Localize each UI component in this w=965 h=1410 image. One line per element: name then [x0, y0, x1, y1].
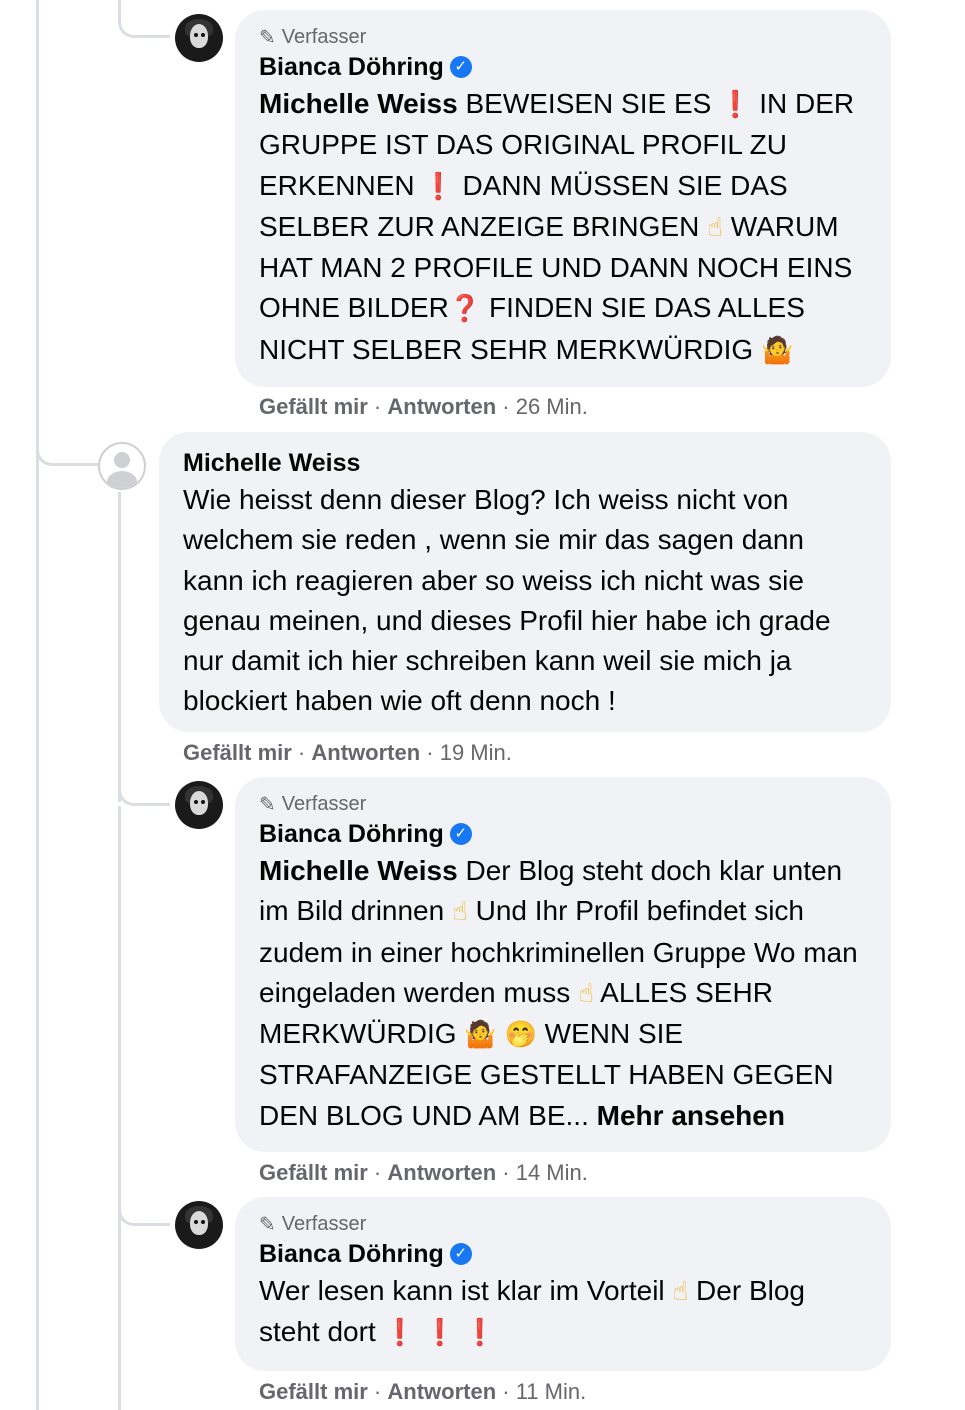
comment-bubble: ✎ Verfasser Bianca Döhring ✓ Michelle We… — [235, 777, 891, 1152]
reply-button[interactable]: Antworten — [311, 740, 420, 765]
verified-badge-icon: ✓ — [449, 823, 472, 845]
shrug-icon: 🤷 — [464, 1020, 497, 1051]
avatar[interactable] — [175, 1201, 223, 1249]
exclamation-icon: ❗ — [422, 171, 455, 202]
comment-author[interactable]: Michelle Weiss — [183, 446, 360, 480]
pointing-up-icon: ☝ — [707, 212, 723, 243]
like-button[interactable]: Gefällt mir — [259, 394, 368, 419]
pointing-up-icon: ☝ — [578, 978, 594, 1009]
hand-over-mouth-icon: 🤭 — [504, 1020, 537, 1051]
mention-link[interactable]: Michelle Weiss — [259, 88, 458, 119]
pencil-icon: ✎ — [259, 25, 276, 49]
author-badge: ✎ Verfasser — [259, 1212, 367, 1236]
reply-button[interactable]: Antworten — [387, 394, 496, 419]
pointing-up-icon: ☝ — [672, 1277, 689, 1307]
exclamation-icon: ❗ — [383, 1318, 416, 1349]
like-button[interactable]: Gefällt mir — [183, 740, 292, 765]
avatar[interactable] — [175, 14, 223, 62]
timestamp[interactable]: 14 Min. — [516, 1160, 588, 1185]
question-icon: ❓ — [448, 294, 482, 325]
exclamation-icon: ❗ — [719, 90, 752, 120]
comment-author[interactable]: Bianca Döhring — [259, 1237, 444, 1271]
timestamp[interactable]: 19 Min. — [440, 740, 512, 765]
timestamp[interactable]: 26 Min. — [516, 394, 588, 419]
exclamation-icon: ❗ — [463, 1318, 497, 1349]
like-button[interactable]: Gefällt mir — [259, 1160, 368, 1185]
exclamation-icon: ❗ — [423, 1318, 457, 1349]
comment-author[interactable]: Bianca Döhring — [259, 817, 444, 851]
comment-actions: Gefällt mir · Antworten · 11 Min. — [259, 1379, 587, 1404]
thread-connector — [118, 760, 170, 806]
comment-bubble: Michelle Weiss Wie heisst denn dieser Bl… — [159, 432, 891, 732]
comment-author[interactable]: Bianca Döhring — [259, 50, 444, 84]
avatar[interactable] — [98, 442, 146, 490]
verified-badge-icon: ✓ — [449, 1243, 472, 1265]
timestamp[interactable]: 11 Min. — [516, 1379, 587, 1404]
thread-connector — [36, 420, 98, 466]
avatar[interactable] — [175, 781, 223, 829]
comment-text: Michelle Weiss BEWEISEN SIE ES ❗ IN DER … — [259, 88, 855, 366]
pencil-icon: ✎ — [259, 1212, 276, 1236]
reply-button[interactable]: Antworten — [387, 1379, 496, 1404]
verified-badge-icon: ✓ — [449, 56, 472, 78]
comment-text: Wie heisst denn dieser Blog? Ich weiss n… — [183, 484, 831, 717]
comment-bubble: ✎ Verfasser Bianca Döhring ✓ Michelle We… — [235, 10, 891, 387]
comment-actions: Gefällt mir · Antworten · 14 Min. — [259, 1160, 588, 1185]
shrug-icon: 🤷 — [761, 335, 794, 366]
like-button[interactable]: Gefällt mir — [259, 1379, 368, 1404]
author-badge: ✎ Verfasser — [259, 792, 367, 816]
reply-button[interactable]: Antworten — [387, 1160, 496, 1185]
pencil-icon: ✎ — [259, 792, 276, 816]
comment-text: Michelle Weiss Der Blog steht doch klar … — [259, 855, 858, 1131]
thread-line-reply — [118, 806, 121, 1410]
comment-actions: Gefällt mir · Antworten · 19 Min. — [183, 740, 512, 765]
pointing-up-icon: ☝ — [451, 897, 468, 928]
mention-link[interactable]: Michelle Weiss — [259, 855, 458, 886]
thread-line-reply — [118, 492, 121, 802]
comment-text: Wer lesen kann ist klar im Vorteil ☝ Der… — [259, 1275, 805, 1349]
thread-connector — [118, 0, 170, 38]
thread-connector — [118, 1180, 170, 1226]
author-badge: ✎ Verfasser — [259, 25, 367, 49]
see-more-link[interactable]: Mehr ansehen — [597, 1100, 785, 1131]
thread-line-main — [36, 0, 39, 1410]
comment-actions: Gefällt mir · Antworten · 26 Min. — [259, 394, 588, 419]
comment-bubble: ✎ Verfasser Bianca Döhring ✓ Wer lesen k… — [235, 1197, 891, 1371]
